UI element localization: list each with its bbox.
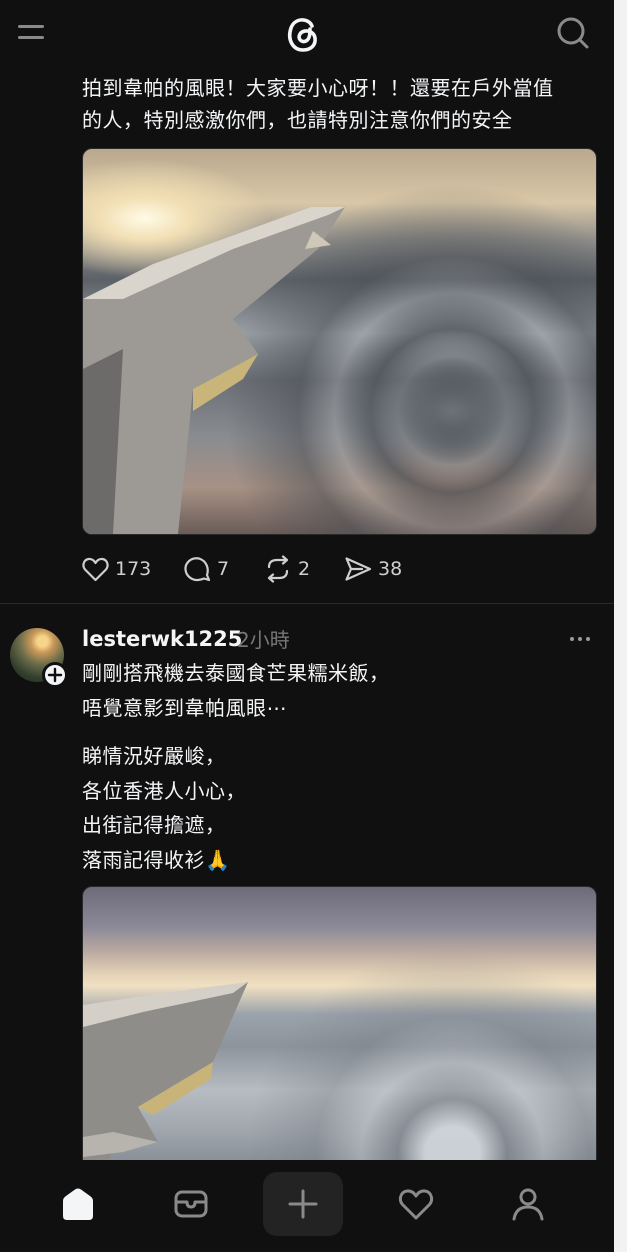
airplane-wing-graphic xyxy=(83,207,345,534)
more-options-icon[interactable] xyxy=(568,629,592,649)
menu-icon[interactable] xyxy=(18,21,44,43)
repost-button[interactable]: 2 xyxy=(264,552,310,586)
post-image[interactable] xyxy=(82,148,597,535)
repost-count: 2 xyxy=(298,558,311,580)
caption-line: 出街記得擔遮， xyxy=(82,813,226,837)
profile-icon xyxy=(512,1188,544,1221)
nav-home[interactable] xyxy=(38,1172,118,1236)
post-image[interactable] xyxy=(82,886,597,1178)
reply-button[interactable]: 7 xyxy=(183,552,229,586)
post-caption: 拍到韋帕的風眼！大家要小心呀！！還要在戶外當值 的人，特別感激你們，也請特別注意… xyxy=(82,72,602,136)
bottom-nav xyxy=(0,1160,614,1252)
caption-line: 睇情況好嚴峻， xyxy=(82,744,226,768)
follow-plus-icon[interactable] xyxy=(42,662,68,688)
caption-line: 各位香港人小心， xyxy=(82,778,246,803)
nav-activity[interactable] xyxy=(376,1172,456,1236)
new-post-icon xyxy=(288,1189,318,1219)
post-actions: 173 7 2 38 xyxy=(82,552,482,586)
search-icon[interactable] xyxy=(554,14,590,50)
like-count: 173 xyxy=(115,558,152,580)
inbox-icon xyxy=(174,1190,208,1218)
threads-logo-icon[interactable] xyxy=(283,12,323,56)
caption-line: 唔覺意影到韋帕風眼⋯ xyxy=(82,695,287,720)
top-bar xyxy=(0,0,614,70)
post-caption: 剛剛搭飛機去泰國食芒果糯米飯， 唔覺意影到韋帕風眼⋯ 睇情況好嚴峻， 各位香港人… xyxy=(82,656,602,877)
post-divider xyxy=(0,603,614,604)
scrollbar[interactable] xyxy=(614,0,627,1252)
share-button[interactable]: 38 xyxy=(344,552,402,586)
post-username[interactable]: lesterwk1225 xyxy=(82,624,242,654)
nav-new-post[interactable] xyxy=(263,1172,343,1236)
repost-icon xyxy=(267,555,289,583)
nav-inbox[interactable] xyxy=(151,1172,231,1236)
send-icon xyxy=(345,557,372,581)
caption-line: 剛剛搭飛機去泰國食芒果糯米飯， xyxy=(82,661,390,685)
share-count: 38 xyxy=(378,558,403,580)
like-button[interactable]: 173 xyxy=(82,552,151,586)
airplane-wing-graphic xyxy=(83,982,248,1177)
nav-profile[interactable] xyxy=(488,1172,568,1236)
home-icon xyxy=(63,1188,93,1220)
reply-count: 7 xyxy=(217,558,230,580)
caption-line: 的人，特別感激你們，也請特別注意你們的安全 xyxy=(82,108,513,132)
threads-app: 拍到韋帕的風眼！大家要小心呀！！還要在戶外當值 的人，特別感激你們，也請特別注意… xyxy=(0,0,614,1252)
activity-icon xyxy=(398,1189,434,1220)
post-timestamp: 2小時 xyxy=(237,628,290,652)
heart-icon xyxy=(82,557,109,581)
reply-icon xyxy=(184,557,211,582)
caption-line: 拍到韋帕的風眼！大家要小心呀！！還要在戶外當值 xyxy=(82,76,554,100)
caption-line: 落雨記得收衫🙏 xyxy=(82,847,231,872)
